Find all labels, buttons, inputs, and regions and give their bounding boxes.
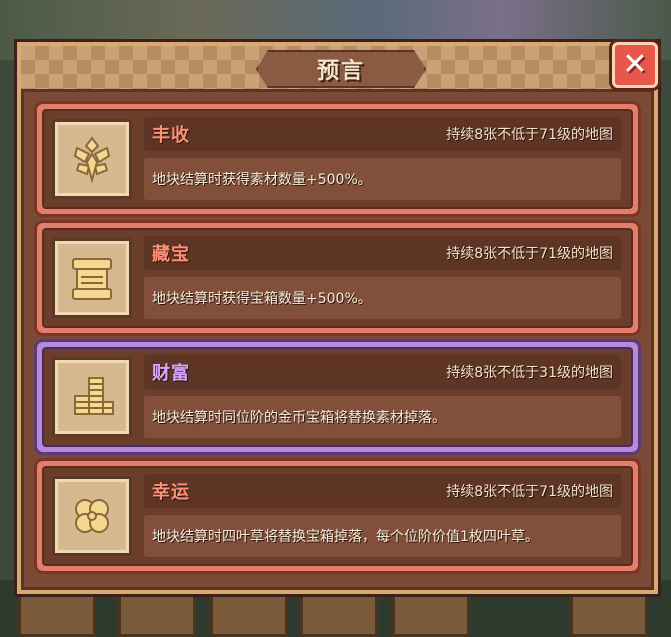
close-button[interactable]: ✕ (612, 42, 658, 88)
prophecy-description: 地块结算时获得宝箱数量+500%。 (144, 277, 621, 319)
four-leaf-clover-icon (75, 499, 109, 533)
prophecy-condition: 持续8张不低于71级的地图 (446, 127, 613, 143)
title-plate: 预言 (256, 50, 426, 88)
prophecy-name: 财富 (152, 363, 190, 384)
prophecy-condition: 持续8张不低于71级的地图 (446, 484, 613, 500)
prophecy-card-treasure[interactable]: 藏宝 持续8张不低于71级的地图 地块结算时获得宝箱数量+500%。 (37, 223, 638, 333)
prophecy-icon-frame (52, 119, 132, 199)
prophecy-icon-frame (52, 238, 132, 318)
prophecy-description: 地块结算时同位阶的金币宝箱将替换素材掉落。 (144, 396, 621, 438)
prophecy-name: 幸运 (152, 482, 190, 503)
prophecy-description: 地块结算时获得素材数量+500%。 (144, 158, 621, 200)
prophecy-name: 藏宝 (152, 244, 190, 265)
close-icon: ✕ (622, 47, 648, 82)
prophecy-card-wealth[interactable]: 财富 持续8张不低于31级的地图 地块结算时同位阶的金币宝箱将替换素材掉落。 (37, 342, 638, 452)
dialog-titlebar: 预言 (21, 46, 654, 92)
prophecy-condition: 持续8张不低于31级的地图 (446, 365, 613, 381)
prophecy-icon-frame (52, 476, 132, 556)
gold-coins-icon (74, 377, 114, 415)
scroll-icon (72, 258, 112, 300)
prophecy-card-luck[interactable]: 幸运 持续8张不低于71级的地图 地块结算时四叶草将替换宝箱掉落，每个位阶价值1… (37, 461, 638, 571)
wheat-icon (73, 136, 111, 184)
prophecy-card-harvest[interactable]: 丰收 持续8张不低于71级的地图 地块结算时获得素材数量+500%。 (37, 104, 638, 214)
prophecy-condition: 持续8张不低于71级的地图 (446, 246, 613, 262)
prophecy-icon-frame (52, 357, 132, 437)
prophecy-description: 地块结算时四叶草将替换宝箱掉落，每个位阶价值1枚四叶草。 (144, 515, 621, 557)
prophecy-name: 丰收 (152, 125, 190, 146)
prophecy-dialog: 预言 ✕ 丰收 持续8张不低于71级的地图 地块结算时获得素材数量+500%。 … (17, 42, 658, 594)
dialog-title: 预言 (316, 59, 365, 84)
